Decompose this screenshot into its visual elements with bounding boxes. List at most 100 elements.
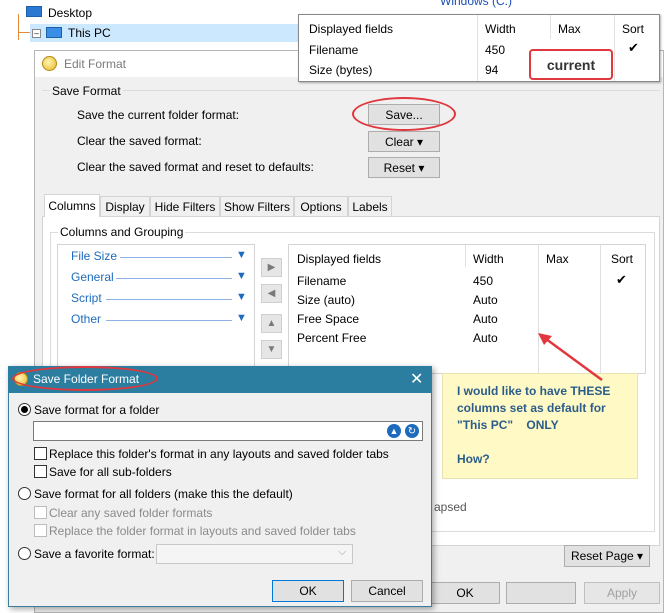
- snapshot-row-width: 94: [485, 63, 499, 77]
- grid-row-width[interactable]: Auto: [473, 312, 498, 326]
- snapshot-row-field: Filename: [309, 43, 359, 57]
- close-icon[interactable]: ✕: [410, 369, 423, 389]
- snapshot-col-divider: [550, 15, 551, 39]
- category-file-size[interactable]: File Size: [71, 249, 117, 263]
- tree-item-this-pc[interactable]: This PC: [68, 26, 111, 40]
- edit-format-app-icon: [42, 56, 57, 71]
- current-label: current: [546, 56, 596, 73]
- grid-header-width[interactable]: Width: [473, 252, 504, 266]
- tree-item-desktop[interactable]: Desktop: [48, 6, 92, 20]
- grid-row-width[interactable]: 450: [473, 274, 493, 288]
- grid-header-max[interactable]: Max: [546, 252, 569, 266]
- collapsed-partial-text: apsed: [434, 500, 467, 514]
- clear-format-button[interactable]: Clear ▾: [368, 131, 440, 152]
- edit-format-ok-button[interactable]: OK: [430, 582, 500, 604]
- chevron-down-icon[interactable]: ▼: [236, 291, 247, 303]
- save-current-label: Save the current folder format:: [77, 108, 240, 122]
- grid-row-field[interactable]: Percent Free: [297, 331, 366, 345]
- annotation-arrow: [538, 333, 603, 382]
- tree-item-windows-c[interactable]: Windows (C:): [440, 0, 512, 8]
- category-divider: [120, 257, 232, 258]
- tree-line: [18, 32, 30, 33]
- radio-save-for-folder-label[interactable]: Save format for a folder: [34, 403, 159, 417]
- snapshot-col-divider: [477, 15, 478, 81]
- reset-page-button[interactable]: Reset Page ▾: [564, 545, 650, 567]
- current-label-box: current: [529, 49, 613, 80]
- snapshot-row-field: Size (bytes): [309, 63, 373, 77]
- note-line: I would like to have THESE: [457, 384, 611, 398]
- go-up-icon[interactable]: ▲: [387, 424, 401, 438]
- category-divider: [106, 299, 232, 300]
- radio-save-for-folder[interactable]: [18, 403, 31, 416]
- edit-format-cancel-button[interactable]: [506, 582, 576, 604]
- checkbox-clear-saved-formats-label[interactable]: Clear any saved folder formats: [49, 506, 212, 520]
- chevron-down-icon[interactable]: ▼: [236, 312, 247, 324]
- chevron-down-icon[interactable]: ▼: [236, 270, 247, 282]
- move-left-button[interactable]: ◀: [261, 284, 282, 303]
- apply-button[interactable]: Apply: [584, 582, 660, 604]
- checkbox-replace-in-layouts[interactable]: [34, 447, 47, 460]
- snapshot-header-width: Width: [485, 22, 516, 36]
- category-divider: [106, 320, 232, 321]
- tree-line: [18, 14, 19, 40]
- chevron-down-icon[interactable]: ▼: [236, 249, 247, 261]
- category-list: [57, 244, 255, 374]
- note-line: columns set as default for: [457, 401, 606, 415]
- chevron-down-icon[interactable]: ⌵: [338, 546, 346, 559]
- tab-hide-filters[interactable]: Hide Filters: [150, 196, 220, 216]
- note-line: "This PC" ONLY: [457, 418, 559, 432]
- checkbox-all-subfolders[interactable]: [34, 465, 47, 478]
- tab-show-filters[interactable]: Show Filters: [220, 196, 294, 216]
- category-other[interactable]: Other: [71, 312, 101, 326]
- radio-save-favorite[interactable]: [18, 547, 31, 560]
- edit-format-title: Edit Format: [64, 57, 127, 71]
- save-format-group-label: Save Format: [50, 84, 123, 98]
- grid-row-sort[interactable]: ✔: [616, 272, 627, 288]
- save-folder-ok-button[interactable]: OK: [272, 580, 344, 602]
- reset-format-button[interactable]: Reset ▾: [368, 157, 440, 178]
- category-divider: [116, 278, 232, 279]
- grid-row-field[interactable]: Size (auto): [297, 293, 355, 307]
- radio-save-all-folders-label[interactable]: Save format for all folders (make this t…: [34, 487, 293, 501]
- snapshot-header-fields: Displayed fields: [309, 22, 394, 36]
- note-line: How?: [457, 452, 490, 466]
- grid-row-width[interactable]: Auto: [473, 331, 498, 345]
- move-down-button[interactable]: ▼: [261, 340, 282, 359]
- snapshot-header-sort: Sort: [622, 22, 645, 36]
- folder-path-input[interactable]: [33, 421, 423, 441]
- checkbox-replace-in-layouts-label[interactable]: Replace this folder's format in any layo…: [49, 447, 389, 461]
- tab-options[interactable]: Options: [294, 196, 348, 216]
- grid-header-fields[interactable]: Displayed fields: [297, 252, 381, 266]
- grid-col-divider: [465, 245, 466, 267]
- computer-icon: [46, 27, 62, 38]
- snapshot-col-divider: [614, 15, 615, 81]
- snapshot-header-max: Max: [558, 22, 581, 36]
- radio-save-favorite-label[interactable]: Save a favorite format:: [34, 547, 155, 561]
- favorite-format-select[interactable]: [156, 544, 353, 564]
- save-folder-cancel-button[interactable]: Cancel: [351, 580, 423, 602]
- category-general[interactable]: General: [71, 270, 114, 284]
- desktop-icon: [26, 6, 42, 17]
- annotation-oval-save: [352, 97, 456, 131]
- columns-group-label: Columns and Grouping: [58, 225, 186, 239]
- category-script[interactable]: Script: [71, 291, 102, 305]
- grid-header-sort[interactable]: Sort: [611, 252, 633, 266]
- radio-save-all-folders[interactable]: [18, 487, 31, 500]
- clear-saved-label: Clear the saved format:: [77, 134, 202, 148]
- move-up-button[interactable]: ▲: [261, 314, 282, 333]
- move-right-button[interactable]: ▶: [261, 258, 282, 277]
- snapshot-row-sort: ✔: [628, 40, 639, 55]
- reset-defaults-label: Clear the saved format and reset to defa…: [77, 160, 314, 174]
- checkbox-clear-saved-formats[interactable]: [34, 506, 47, 519]
- grid-row-width[interactable]: Auto: [473, 293, 498, 307]
- tab-columns[interactable]: Columns: [44, 194, 100, 217]
- refresh-icon[interactable]: ↻: [405, 424, 419, 438]
- expand-icon[interactable]: –: [32, 29, 41, 38]
- grid-row-field[interactable]: Filename: [297, 274, 346, 288]
- tab-display[interactable]: Display: [100, 196, 150, 216]
- checkbox-all-subfolders-label[interactable]: Save for all sub-folders: [49, 465, 172, 479]
- checkbox-replace-folder-format-label[interactable]: Replace the folder format in layouts and…: [49, 524, 356, 538]
- checkbox-replace-folder-format[interactable]: [34, 524, 47, 537]
- grid-row-field[interactable]: Free Space: [297, 312, 359, 326]
- tab-labels[interactable]: Labels: [348, 196, 392, 216]
